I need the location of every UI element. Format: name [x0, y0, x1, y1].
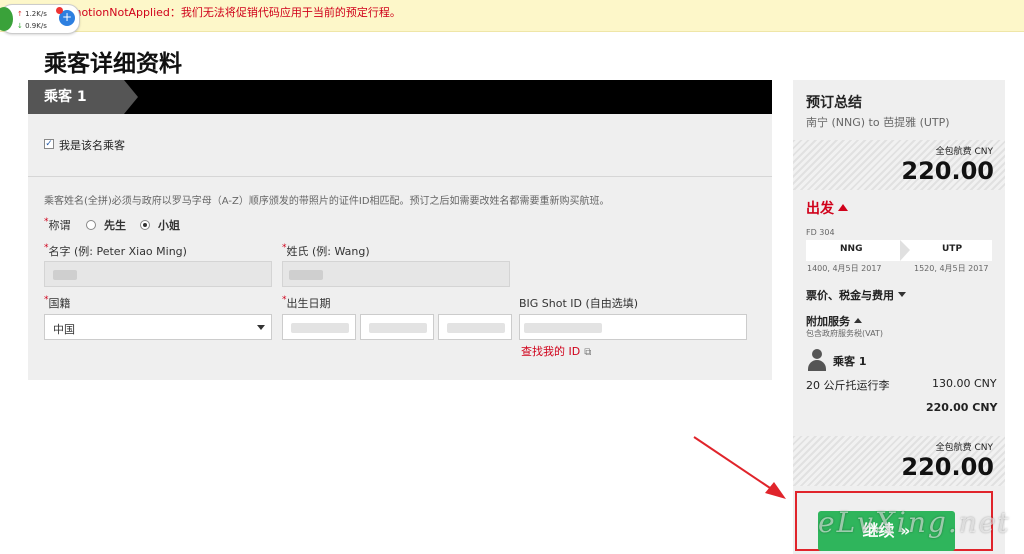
total-price-label: 全包航费 CNY — [935, 443, 993, 453]
find-my-id-link[interactable]: 查找我的 ID ⧉ — [521, 343, 591, 359]
dob-month-field[interactable] — [360, 314, 434, 340]
divider — [28, 176, 772, 177]
departure-time: 1400, 4月5日 2017 — [807, 264, 882, 273]
chevron-down-icon — [898, 292, 906, 297]
promo-warning-bar: omotionNotApplied：我们无法将促销代码应用于当前的预定行程。 — [0, 0, 1024, 32]
origin-code: NNG — [840, 244, 863, 254]
total-price-box-bottom: 全包航费 CNY 220.00 — [793, 436, 1005, 486]
nationality-select[interactable]: 中国 — [44, 314, 272, 340]
widget-badge-icon — [0, 7, 13, 31]
leg-arrow-icon — [900, 240, 910, 261]
redacted-value — [53, 270, 77, 280]
bigshot-id-field[interactable] — [519, 314, 747, 340]
total-price-label: 全包航费 CNY — [935, 147, 993, 157]
nationality-label: *国籍 — [44, 295, 71, 310]
page-title: 乘客详细资料 — [44, 51, 182, 77]
title-radio-mr[interactable] — [86, 220, 96, 230]
title-label: *称谓 — [44, 217, 71, 232]
passenger-header-bar: 乘客 1 — [28, 80, 772, 114]
fares-toggle[interactable]: 票价、税金与费用 — [806, 287, 906, 303]
summary-passenger-label: 乘客 1 — [833, 355, 867, 368]
network-speed-widget[interactable]: ↑ 1.2K/s ↓ 0.9K/s + — [0, 4, 80, 34]
addons-toggle[interactable]: 附加服务 — [806, 313, 862, 329]
download-speed: 0.9K/s — [25, 22, 47, 30]
upload-speed: 1.2K/s — [25, 10, 47, 18]
watermark: eLvXing.net — [818, 506, 1011, 539]
total-price-box: 全包航费 CNY 220.00 — [793, 140, 1005, 190]
chevron-up-icon — [838, 204, 848, 211]
passenger-icon — [806, 349, 828, 371]
nationality-value: 中国 — [53, 323, 75, 336]
external-link-icon: ⧉ — [584, 347, 592, 358]
last-name-label: *姓氏 (例: Wang) — [282, 243, 370, 258]
redacted-value — [447, 323, 505, 333]
passenger-tab[interactable]: 乘客 1 — [28, 80, 124, 114]
bigshot-label: BIG Shot ID (自由选填) — [519, 297, 639, 310]
chevron-down-icon — [257, 325, 265, 330]
baggage-price: 130.00 CNY — [932, 377, 997, 390]
chevron-up-icon — [854, 318, 862, 323]
dob-year-field[interactable] — [438, 314, 512, 340]
redacted-value — [291, 323, 349, 333]
promo-warning-text: omotionNotApplied：我们无法将促销代码应用于当前的预定行程。 — [64, 6, 401, 19]
title-option-ms: 小姐 — [158, 219, 180, 232]
title-option-mr: 先生 — [104, 219, 126, 232]
dob-day-field[interactable] — [282, 314, 356, 340]
summary-title: 预订总结 — [806, 95, 862, 111]
redacted-value — [524, 323, 602, 333]
vat-note: 包含政府服务税(VAT) — [806, 329, 883, 338]
name-rule-note: 乘客姓名(全拼)必须与政府以罗马字母（A-Z）顺序颁发的带照片的证件ID相匹配。… — [44, 196, 610, 207]
arrival-time: 1520, 4月5日 2017 — [914, 264, 989, 273]
notification-dot-icon — [56, 7, 63, 14]
download-arrow-icon: ↓ — [17, 22, 23, 30]
title-radio-ms[interactable] — [140, 220, 150, 230]
total-price-value: 220.00 — [901, 453, 994, 481]
flight-number: FD 304 — [806, 228, 835, 237]
total-price-value: 220.00 — [901, 157, 994, 185]
first-name-label: *名字 (例: Peter Xiao Ming) — [44, 243, 187, 258]
self-passenger-checkbox[interactable]: ✓ — [44, 139, 54, 149]
upload-arrow-icon: ↑ — [17, 10, 23, 18]
baggage-label: 20 公斤托运行李 — [806, 379, 890, 392]
destination-code: UTP — [942, 244, 963, 254]
tab-arrow-icon — [124, 80, 138, 114]
summary-route: 南宁 (NNG) to 芭提雅 (UTP) — [806, 116, 950, 129]
annotation-arrow-line — [693, 436, 777, 493]
last-name-field[interactable] — [282, 261, 510, 287]
redacted-value — [289, 270, 323, 280]
passenger-total: 220.00 CNY — [926, 401, 998, 414]
dob-label: *出生日期 — [282, 295, 331, 310]
redacted-value — [369, 323, 427, 333]
first-name-field[interactable] — [44, 261, 272, 287]
self-passenger-label: 我是该名乘客 — [59, 139, 125, 152]
departure-toggle[interactable]: 出发 — [806, 198, 848, 218]
flight-leg: NNG UTP — [806, 240, 992, 261]
annotation-arrow-head — [765, 482, 786, 499]
